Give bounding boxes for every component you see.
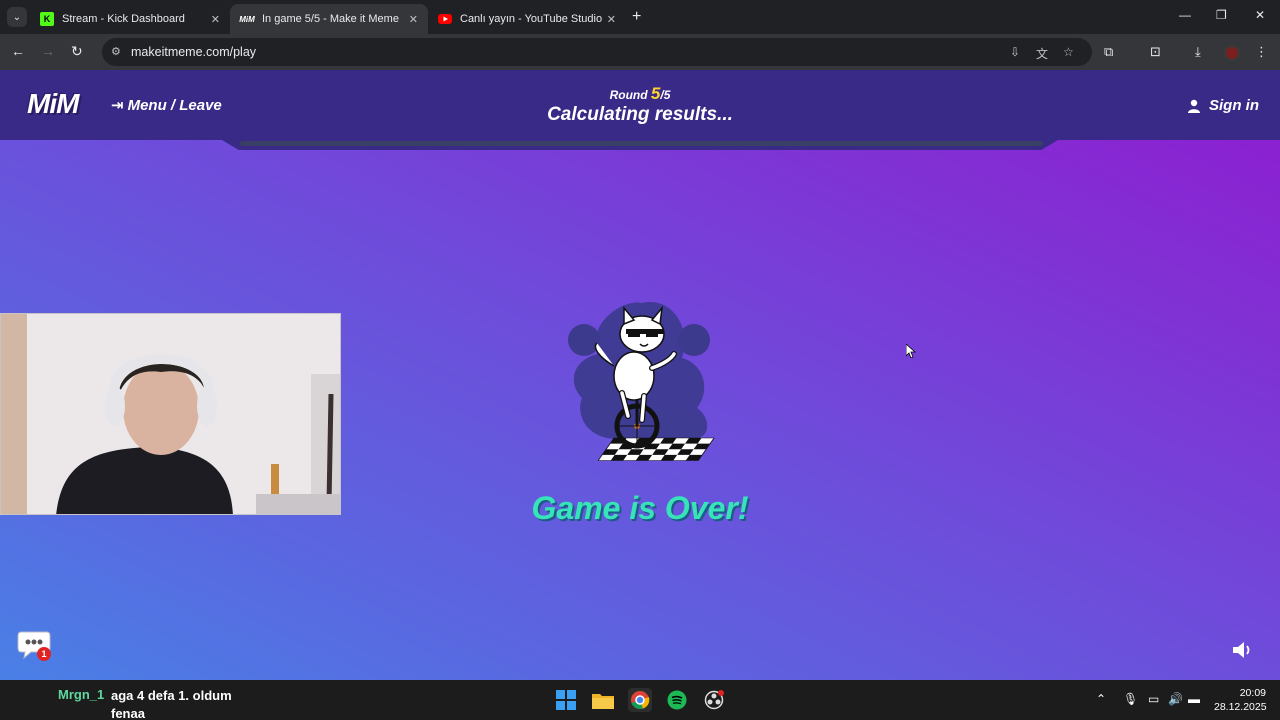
tab-make-it-meme[interactable]: MiM In game 5/5 - Make it Meme ✕ xyxy=(230,4,428,34)
file-explorer-icon[interactable] xyxy=(591,688,615,712)
forward-icon[interactable]: → xyxy=(41,43,55,59)
screenshot-icon[interactable]: ⊡ xyxy=(1150,44,1161,60)
tab-strip: ⌄ K Stream - Kick Dashboard ✕ MiM In gam… xyxy=(0,0,1280,34)
webcam-image xyxy=(1,314,340,514)
volume-icon[interactable]: 🔊 xyxy=(1168,692,1183,706)
cat-unicycle-illustration xyxy=(568,302,715,461)
translate-icon[interactable]: 文 xyxy=(1036,45,1048,62)
mouse-cursor-icon xyxy=(906,344,916,358)
round-total: /5 xyxy=(660,88,671,102)
restore-button[interactable]: ❐ xyxy=(1216,8,1227,22)
tray-overflow-icon[interactable]: ⌃ xyxy=(1096,692,1106,706)
close-icon[interactable]: ✕ xyxy=(211,13,220,26)
round-progress-bar xyxy=(240,141,1043,146)
close-icon[interactable]: ✕ xyxy=(409,13,418,26)
round-indicator: Round 5/5 xyxy=(0,84,1280,104)
game-header: MiM ⇥ Menu / Leave Round 5/5 Calculating… xyxy=(0,70,1280,140)
bookmark-star-icon[interactable]: ☆ xyxy=(1063,45,1074,59)
round-current: 5 xyxy=(650,84,661,103)
close-icon[interactable]: ✕ xyxy=(607,13,616,26)
stream-chat-username: Mrgn_1 xyxy=(58,687,105,702)
chat-unread-badge: 1 xyxy=(37,647,51,661)
url-text[interactable]: makeitmeme.com/play xyxy=(131,45,256,59)
browser-toolbar: ← → ↻ ⚙ makeitmeme.com/play ⇩ 文 ☆ ⧉ ⊡ ⤓ … xyxy=(0,34,1280,70)
spotify-icon[interactable] xyxy=(665,688,689,712)
tab-title: Stream - Kick Dashboard xyxy=(62,13,185,25)
system-clock[interactable]: 20:09 28.12.2025 xyxy=(1214,686,1267,714)
minimize-button[interactable]: — xyxy=(1179,8,1191,22)
mim-icon: MiM xyxy=(239,14,255,24)
webcam-overlay xyxy=(0,313,341,515)
downloads-icon[interactable]: ⤓ xyxy=(1195,44,1201,60)
round-status: Calculating results... xyxy=(547,104,733,125)
tab-search-button[interactable]: ⌄ xyxy=(7,7,27,27)
battery-icon[interactable]: ▬ xyxy=(1188,692,1200,706)
sound-toggle-icon[interactable] xyxy=(1231,640,1253,660)
install-app-icon[interactable]: ⇩ xyxy=(1010,45,1020,59)
network-icon[interactable]: ▭ xyxy=(1148,692,1159,706)
round-label: Round xyxy=(609,88,648,102)
user-icon xyxy=(1188,99,1200,113)
tab-kick-dashboard[interactable]: K Stream - Kick Dashboard ✕ xyxy=(30,4,230,34)
extensions-icon[interactable]: ⧉ xyxy=(1104,44,1113,60)
chrome-icon[interactable] xyxy=(628,688,652,712)
close-window-button[interactable]: ✕ xyxy=(1255,8,1265,22)
sign-in-button[interactable]: Sign in xyxy=(1187,97,1259,114)
clock-date: 28.12.2025 xyxy=(1214,701,1267,713)
tab-title: Canlı yayın - YouTube Studio xyxy=(460,13,603,25)
microphone-icon[interactable]: 🎙 xyxy=(1123,692,1138,706)
stream-chat-message: aga 4 defa 1. oldum fenaa xyxy=(111,688,232,720)
obs-icon[interactable] xyxy=(702,688,726,712)
round-progress-fill xyxy=(240,141,1043,146)
tab-title: In game 5/5 - Make it Meme xyxy=(262,13,399,25)
windows-start-icon[interactable] xyxy=(554,688,578,712)
back-icon[interactable]: ← xyxy=(11,43,25,59)
more-menu-icon[interactable]: ⋮ xyxy=(1255,44,1268,60)
kick-icon: K xyxy=(40,12,54,26)
site-info-icon[interactable]: ⚙ xyxy=(111,45,121,58)
youtube-icon xyxy=(438,12,452,26)
address-bar[interactable]: ⚙ makeitmeme.com/play ⇩ 文 ☆ xyxy=(102,38,1092,66)
game-page: MiM ⇥ Menu / Leave Round 5/5 Calculating… xyxy=(0,70,1280,680)
sign-in-label: Sign in xyxy=(1209,97,1259,114)
reload-icon[interactable]: ↻ xyxy=(71,43,83,60)
new-tab-button[interactable]: + xyxy=(632,8,641,26)
profile-avatar[interactable] xyxy=(1224,45,1240,61)
tab-youtube-studio[interactable]: Canlı yayın - YouTube Studio ✕ xyxy=(428,4,626,34)
clock-time: 20:09 xyxy=(1239,687,1266,699)
